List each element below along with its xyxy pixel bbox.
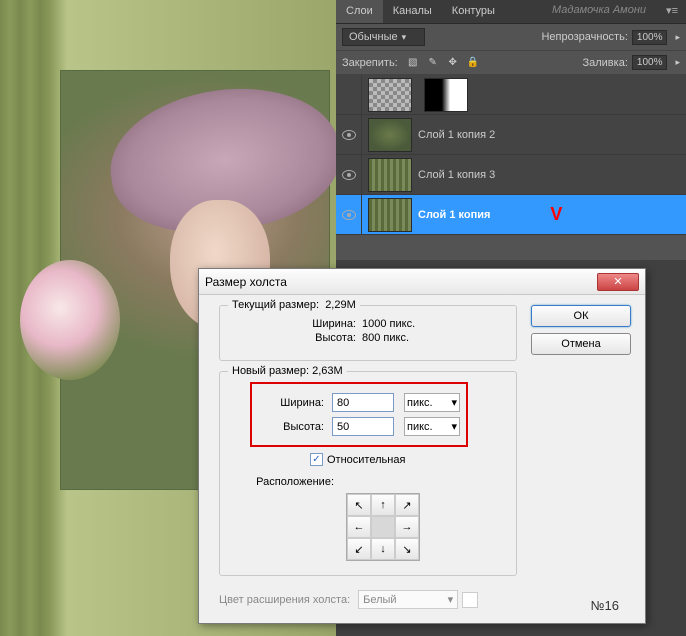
fill-label: Заливка: [582,57,627,69]
extension-color-select[interactable]: Белый▾ [358,590,458,609]
layer-list: Слой 1 копия 2 Слой 1 копия 3 Слой 1 коп… [336,75,686,235]
watermark-text: Мадамочка Амони [552,4,646,16]
red-highlight-box: Ширина: пикс.▾ Высота: пикс.▾ [250,382,468,447]
chevron-down-icon: ▾ [451,396,457,409]
new-height-label: Высота: [258,421,332,433]
extension-color-row: Цвет расширения холста: Белый▾ [219,590,517,609]
panel-menu-icon[interactable]: ▾≡ [658,0,686,23]
lock-transparency-icon[interactable]: ▧ [406,56,420,70]
panel-tabs: Слои Каналы Контуры Мадамочка Амони ▾≡ [336,0,686,24]
layer-row-selected[interactable]: Слой 1 копия V [336,195,686,235]
canvas-size-dialog: Размер холста ✕ Текущий размер: 2,29M Ши… [198,268,646,624]
new-size-fieldset: Новый размер: 2,63M Ширина: пикс.▾ Высот… [219,371,517,576]
dialog-titlebar[interactable]: Размер холста ✕ [199,269,645,295]
new-width-label: Ширина: [258,397,332,409]
blend-opacity-row: Обычные ▾ Непрозрачность: 100% ▸ [336,24,686,51]
fill-value[interactable]: 100% [632,55,668,70]
layer-thumbnail[interactable] [368,78,412,112]
layer-name[interactable]: Слой 1 копия 2 [418,129,495,141]
dialog-title: Размер холста [205,275,287,289]
width-input[interactable] [332,393,394,412]
anchor-s[interactable]: ↓ [371,538,395,560]
eye-icon [342,170,356,180]
page-number: №16 [591,598,619,613]
layer-name[interactable]: Слой 1 копия 3 [418,169,495,181]
layer-row[interactable]: Слой 1 копия 2 [336,115,686,155]
relative-checkbox[interactable]: ✓ [310,453,323,466]
height-input[interactable] [332,417,394,436]
lock-label: Закрепить: [342,57,398,69]
relative-checkbox-row: ✓ Относительная [310,453,504,466]
anchor-label: Расположение: [232,476,342,488]
layer-name[interactable]: Слой 1 копия [418,209,490,221]
current-size-fieldset: Текущий размер: 2,29M Ширина: 1000 пикс.… [219,305,517,361]
layers-panel: Слои Каналы Контуры Мадамочка Амони ▾≡ О… [336,0,686,260]
cancel-button[interactable]: Отмена [531,333,631,355]
opacity-label: Непрозрачность: [541,31,627,43]
dialog-right-column: ОК Отмена [531,305,631,609]
tab-channels[interactable]: Каналы [383,0,442,23]
lock-all-icon[interactable]: 🔒 [466,56,480,70]
blend-mode-value: Обычные [349,31,398,43]
anchor-grid: ↖ ↑ ↗ ← → ↙ ↓ ↘ [346,493,420,561]
anchor-e[interactable]: → [395,516,419,538]
layer-thumbnail[interactable] [368,118,412,152]
visibility-toggle[interactable] [336,155,362,194]
fill-flyout-icon[interactable]: ▸ [675,57,680,68]
anchor-nw[interactable]: ↖ [347,494,371,516]
opacity-value[interactable]: 100% [632,30,668,45]
ok-button[interactable]: ОК [531,305,631,327]
layer-row[interactable] [336,75,686,115]
anchor-center[interactable] [371,516,395,538]
dialog-body: Текущий размер: 2,29M Ширина: 1000 пикс.… [199,295,645,619]
anchor-ne[interactable]: ↗ [395,494,419,516]
anchor-sw[interactable]: ↙ [347,538,371,560]
layer-row[interactable]: Слой 1 копия 3 [336,155,686,195]
current-width-label: Ширина: [232,318,362,330]
layer-mask-thumbnail[interactable] [424,78,468,112]
extension-color-label: Цвет расширения холста: [219,594,350,606]
lock-move-icon[interactable]: ✥ [446,56,460,70]
current-height-value: 800 пикс. [362,332,409,344]
visibility-toggle[interactable] [336,75,362,114]
relative-label: Относительная [327,454,405,466]
tab-paths[interactable]: Контуры [442,0,505,23]
layer-thumbnail[interactable] [368,198,412,232]
width-unit-select[interactable]: пикс.▾ [404,393,460,412]
chevron-down-icon: ▾ [448,593,454,606]
eye-icon [342,210,356,220]
anchor-n[interactable]: ↑ [371,494,395,516]
blend-mode-select[interactable]: Обычные ▾ [342,28,425,46]
red-annotation-mark: V [550,204,562,225]
current-height-label: Высота: [232,332,362,344]
visibility-toggle[interactable] [336,195,362,234]
visibility-toggle[interactable] [336,115,362,154]
flowers-shape [20,260,120,380]
lock-fill-row: Закрепить: ▧ ✎ ✥ 🔒 Заливка: 100% ▸ [336,51,686,75]
anchor-w[interactable]: ← [347,516,371,538]
lock-paint-icon[interactable]: ✎ [426,56,440,70]
current-width-value: 1000 пикс. [362,318,415,330]
height-unit-select[interactable]: пикс.▾ [404,417,460,436]
dialog-left-column: Текущий размер: 2,29M Ширина: 1000 пикс.… [219,305,517,609]
eye-icon [342,130,356,140]
tab-layers[interactable]: Слои [336,0,383,23]
anchor-se[interactable]: ↘ [395,538,419,560]
chevron-down-icon: ▾ [451,420,457,433]
new-size-legend: Новый размер: 2,63M [228,365,347,377]
layer-thumbnail[interactable] [368,158,412,192]
opacity-flyout-icon[interactable]: ▸ [675,32,680,43]
current-size-legend: Текущий размер: 2,29M [228,299,360,311]
chevron-down-icon: ▾ [402,32,407,42]
lock-icons: ▧ ✎ ✥ 🔒 [406,56,480,70]
close-button[interactable]: ✕ [597,273,639,291]
color-swatch[interactable] [462,592,478,608]
